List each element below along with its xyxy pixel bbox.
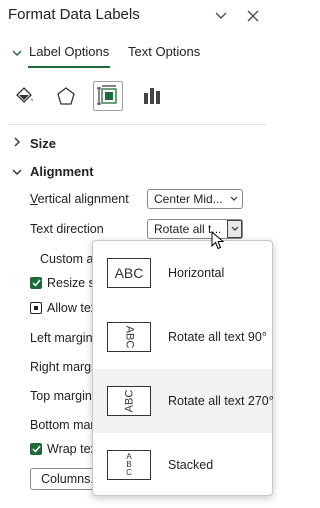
- rotate-90-preview-icon: ABC: [107, 322, 151, 352]
- preview-text: ABC: [114, 265, 144, 281]
- tab-label-options[interactable]: Label Options: [29, 44, 109, 59]
- preview-text: ABC: [126, 453, 132, 477]
- options-tabs: Label Options Text Options: [8, 40, 268, 68]
- vertical-alignment-value: Center Mid...: [154, 192, 223, 206]
- stacked-preview-icon: ABC: [107, 450, 151, 480]
- menu-item-rotate-270[interactable]: ABC Rotate all text 270°: [93, 369, 274, 433]
- wrap-text-label: Wrap tex: [47, 442, 97, 456]
- menu-item-label: Rotate all text 270°: [168, 394, 274, 408]
- left-margin-label: Left margin: [30, 331, 93, 345]
- vertical-alignment-label: Vertical alignment: [30, 192, 129, 206]
- mouse-cursor-icon: [211, 230, 225, 254]
- chevron-down-icon: [230, 194, 238, 204]
- wrap-text-checkbox[interactable]: [30, 443, 42, 455]
- text-direction-label: Text direction: [30, 222, 104, 236]
- section-alignment[interactable]: Alignment: [30, 164, 94, 179]
- preview-text: ABC: [123, 325, 135, 349]
- horizontal-preview-icon: ABC: [107, 258, 151, 288]
- menu-item-label: Horizontal: [168, 266, 225, 280]
- label-options-chart-icon[interactable]: [138, 82, 166, 110]
- chevron-down-icon[interactable]: [212, 7, 230, 25]
- rotate-270-preview-icon: ABC: [107, 386, 151, 416]
- selected-tab-indicator: [28, 66, 110, 68]
- chevron-down-icon[interactable]: [12, 167, 22, 179]
- menu-item-horizontal[interactable]: ABC Horizontal: [93, 241, 272, 305]
- bottom-margin-label: Bottom mar: [30, 418, 95, 432]
- top-margin-label: Top margin: [30, 389, 92, 403]
- divider: [8, 124, 267, 125]
- right-margin-label: Right margi: [30, 360, 94, 374]
- preview-text: ABC: [123, 389, 135, 413]
- chevron-down-icon[interactable]: [12, 46, 22, 60]
- chevron-right-icon[interactable]: [14, 137, 21, 150]
- section-size[interactable]: Size: [30, 136, 56, 151]
- close-icon[interactable]: [244, 7, 262, 25]
- text-direction-menu: ABC Horizontal ABC Rotate all text 90° A…: [92, 240, 274, 497]
- size-properties-icon[interactable]: [93, 81, 123, 111]
- panel-title: Format Data Labels: [8, 6, 140, 23]
- menu-item-label: Rotate all text 90°: [168, 330, 267, 344]
- allow-text-overflow-checkbox[interactable]: [30, 302, 42, 314]
- allow-text-overflow-label: Allow tex: [47, 301, 98, 315]
- columns-button[interactable]: Columns...: [30, 468, 101, 490]
- text-direction-dropdown-button[interactable]: [227, 220, 242, 238]
- access-key: V: [30, 192, 38, 206]
- custom-angle-label: Custom a: [40, 252, 94, 266]
- paint-bucket-icon[interactable]: [10, 82, 38, 110]
- tab-text-options[interactable]: Text Options: [128, 44, 200, 59]
- pentagon-effects-icon[interactable]: [52, 82, 80, 110]
- menu-item-label: Stacked: [168, 458, 214, 472]
- vertical-alignment-label-text: ertical alignment: [37, 192, 129, 206]
- stacked-letter: C: [126, 468, 132, 477]
- vertical-alignment-select[interactable]: Center Mid...: [147, 189, 243, 209]
- menu-item-rotate-90[interactable]: ABC Rotate all text 90°: [93, 305, 272, 369]
- resize-shape-checkbox[interactable]: [30, 277, 42, 289]
- menu-item-stacked[interactable]: ABC Stacked: [93, 433, 272, 497]
